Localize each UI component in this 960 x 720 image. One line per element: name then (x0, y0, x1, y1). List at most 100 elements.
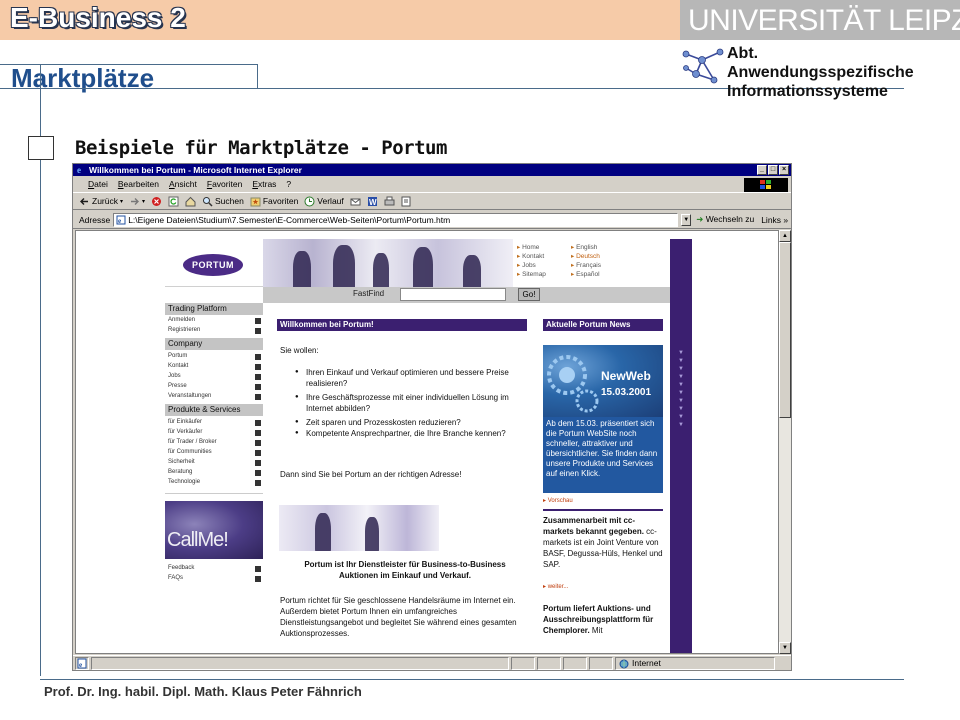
favorites-button[interactable]: Favoriten (250, 196, 298, 207)
nav-kontakt[interactable]: Kontakt (517, 252, 544, 260)
forward-button[interactable]: ▾ (129, 196, 145, 207)
sidebar-link-trader[interactable]: für Trader / Broker (168, 439, 217, 445)
search-label: Suchen (215, 196, 244, 206)
lang-english[interactable]: English (571, 243, 597, 251)
welcome-title: Willkommen bei Portum! (277, 319, 527, 331)
close-button[interactable]: × (779, 165, 789, 175)
vertical-scrollbar[interactable]: ▲ ▼ (779, 230, 791, 654)
portum-page: PORTUM Home Kontakt Jobs Sitemap English… (165, 239, 692, 653)
status-cell (563, 656, 587, 670)
address-input[interactable]: e L:\Eigene Dateien\Studium\7.Semester\E… (113, 212, 679, 227)
ie-toolbar: Zurück ▾ ▾ Suchen Favoriten Verlauf W (73, 192, 791, 210)
menu-ansicht[interactable]: Ansicht (164, 177, 202, 191)
scroll-up-button[interactable]: ▲ (779, 230, 791, 242)
menu-extras[interactable]: Extras (247, 177, 281, 191)
bullet-square-icon (255, 460, 261, 466)
lang-deutsch[interactable]: Deutsch (571, 252, 600, 260)
sidebar-link-faqs[interactable]: FAQs (168, 575, 183, 581)
bullet-square-icon (255, 318, 261, 324)
minimize-button[interactable]: _ (757, 165, 767, 175)
favorites-label: Favoriten (262, 196, 299, 206)
sidebar-link-technologie[interactable]: Technologie (168, 479, 200, 485)
sidebar-link-kontakt[interactable]: Kontakt (168, 363, 188, 369)
sidebar-link-veranstaltungen[interactable]: Veranstaltungen (168, 393, 211, 399)
sidebar-heading-company: Company (165, 338, 263, 350)
portum-logo[interactable]: PORTUM (183, 254, 243, 276)
address-dropdown-button[interactable]: ▼ (681, 213, 692, 226)
sidebar-link-beratung[interactable]: Beratung (168, 469, 192, 475)
forward-dropdown-icon[interactable]: ▾ (142, 198, 145, 205)
network-logo-icon (682, 48, 724, 84)
lang-espanol[interactable]: Español (571, 270, 600, 278)
sidebar-link-portum[interactable]: Portum (168, 353, 187, 359)
back-dropdown-icon[interactable]: ▾ (120, 198, 123, 205)
news-item-2: Zusammenarbeit mit cc-markets bekannt ge… (543, 515, 665, 570)
menu-datei[interactable]: Datei (83, 177, 113, 191)
word-edit-icon[interactable]: W (367, 196, 378, 207)
svg-text:e: e (118, 217, 121, 225)
callme-banner[interactable]: CallMe! (165, 501, 263, 559)
discuss-icon[interactable] (401, 196, 412, 207)
menu-help[interactable]: ? (281, 177, 296, 191)
dept-line-1: Abt. (727, 45, 759, 62)
sidebar-link-communities[interactable]: für Communities (168, 449, 212, 455)
callme-text: CallMe! (167, 529, 229, 551)
sidebar-heading-trading: Trading Platform (165, 303, 263, 315)
go-button[interactable]: ➜ Wechseln zu (694, 214, 756, 225)
fastfind-go-button[interactable]: Go! (518, 288, 540, 301)
menu-favoriten[interactable]: Favoriten (202, 177, 247, 191)
sidebar-link-registrieren[interactable]: Registrieren (168, 327, 200, 333)
dept-line-2: Anwendungsspezifische (727, 64, 914, 81)
sidebar-link-einkaeufer[interactable]: für Einkäufer (168, 419, 202, 425)
news-more-link-2[interactable]: weiter... (543, 583, 569, 590)
scroll-thumb[interactable] (779, 242, 791, 418)
status-zone-label: Internet (632, 657, 661, 668)
search-button[interactable]: Suchen (202, 196, 244, 207)
maximize-button[interactable]: □ (768, 165, 778, 175)
bullet-square-icon (255, 384, 261, 390)
back-button[interactable]: Zurück ▾ (79, 196, 123, 207)
links-label: Links (761, 214, 782, 225)
footer-author: Prof. Dr. Ing. habil. Dipl. Math. Klaus … (44, 684, 362, 699)
sidebar-link-feedback[interactable]: Feedback (168, 565, 194, 571)
newweb-banner[interactable]: NewWeb 15.03.2001 (543, 345, 663, 417)
page-icon: e (116, 215, 126, 225)
menu-bearbeiten[interactable]: Bearbeiten (113, 177, 164, 191)
section-title: Marktplätze (11, 63, 155, 93)
scroll-down-button[interactable]: ▼ (779, 642, 791, 654)
welcome-closing: Dann sind Sie bei Portum an der richtige… (280, 470, 462, 479)
sidebar-link-verkaeufer[interactable]: für Verkäufer (168, 429, 202, 435)
mail-icon[interactable] (350, 196, 361, 207)
history-button[interactable]: Verlauf (304, 196, 344, 207)
nav-jobs[interactable]: Jobs (517, 261, 536, 269)
down-arrows-icon: ▼ ▼ ▼ ▼ ▼ ▼ ▼ ▼ ▼ ▼ (678, 350, 684, 428)
sidebar-link-anmelden[interactable]: Anmelden (168, 317, 195, 323)
portum-header-photo (263, 239, 513, 287)
photo-figure (365, 517, 379, 551)
page-viewport[interactable]: PORTUM Home Kontakt Jobs Sitemap English… (75, 230, 779, 654)
address-bar: Adresse e L:\Eigene Dateien\Studium\7.Se… (73, 211, 791, 229)
sidebar-link-presse[interactable]: Presse (168, 383, 187, 389)
sidebar-link-sicherheit[interactable]: Sicherheit (168, 459, 195, 465)
welcome-bullet-4: Kompetente Ansprechpartner, die Ihre Bra… (293, 428, 527, 439)
welcome-bullet-1: Ihren Einkauf und Verkauf optimieren und… (293, 367, 527, 389)
welcome-body: Portum richtet für Sie geschlossene Hand… (280, 596, 517, 638)
ie-browser-window: e Willkommen bei Portum - Microsoft Inte… (72, 163, 792, 671)
portum-logo-area: PORTUM (165, 239, 263, 287)
links-button[interactable]: Links » (759, 215, 790, 225)
bullet-square-icon (255, 354, 261, 360)
search-icon (203, 196, 213, 207)
ie-page-icon: e (77, 658, 87, 669)
lang-francais[interactable]: Français (571, 261, 601, 269)
stop-icon[interactable] (151, 196, 162, 207)
news-item-1: Ab dem 15.03. präsentiert sich die Portu… (543, 417, 663, 493)
print-icon[interactable] (384, 196, 395, 207)
nav-sitemap[interactable]: Sitemap (517, 270, 546, 278)
nav-home[interactable]: Home (517, 243, 539, 251)
news-more-link-1[interactable]: Vorschau (543, 497, 573, 504)
fastfind-label: FastFind (353, 289, 385, 298)
sidebar-link-jobs[interactable]: Jobs (168, 373, 181, 379)
home-icon[interactable] (185, 196, 196, 207)
refresh-icon[interactable] (168, 196, 179, 207)
fastfind-input[interactable] (400, 288, 506, 301)
